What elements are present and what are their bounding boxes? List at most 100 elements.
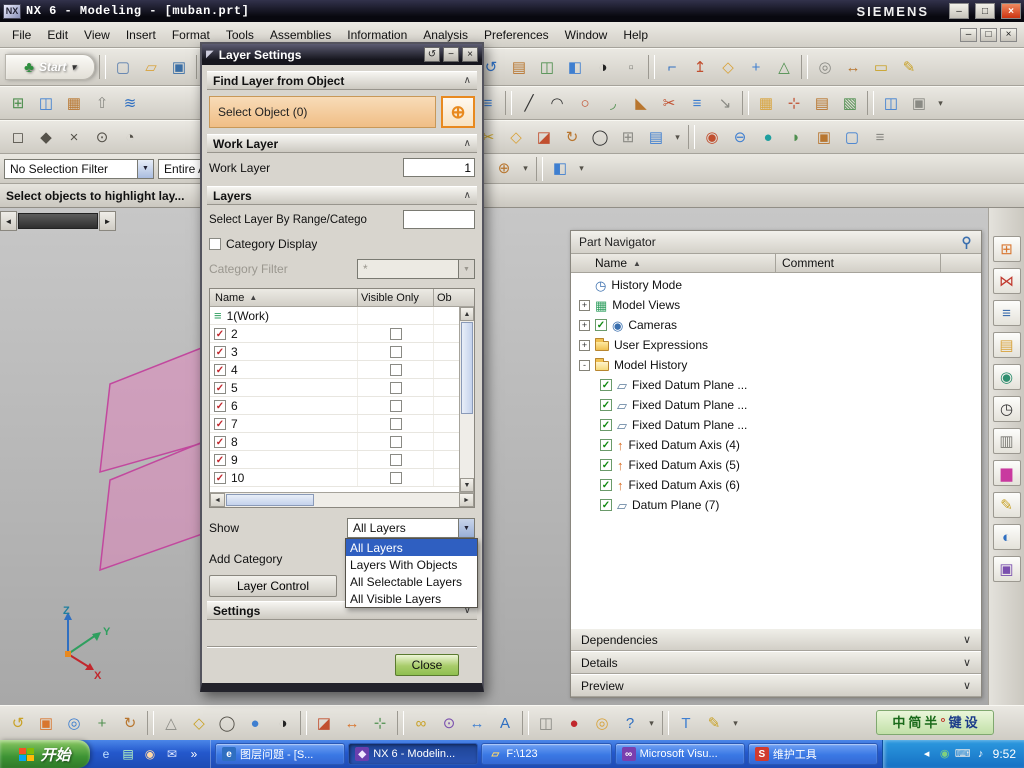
command-finder-icon[interactable]: ◎ <box>589 710 615 736</box>
layer-control-button[interactable]: Layer Control <box>209 575 337 597</box>
work-part-icon[interactable]: ◧ <box>547 156 573 182</box>
visible-only-checkbox[interactable] <box>389 327 402 340</box>
taskbar-task[interactable]: ∞ Microsoft Visu... <box>614 743 745 765</box>
macro-record-icon[interactable]: ● <box>561 710 587 736</box>
menu-help[interactable]: Help <box>615 24 656 46</box>
show-option[interactable]: All Visible Layers <box>346 590 477 607</box>
ime-item[interactable]: 简 <box>908 716 921 729</box>
move-object-icon[interactable]: ↔ <box>339 710 365 736</box>
child-minimize-button[interactable]: – <box>960 27 977 42</box>
tree-item[interactable]: ✓ ▱ Fixed Datum Plane ... <box>571 375 981 395</box>
scroll-down-icon[interactable]: ▼ <box>460 478 474 492</box>
selection-scope-combo[interactable]: Entire A <box>158 158 202 179</box>
column-comment[interactable]: Comment <box>776 254 941 272</box>
ql-media-player-icon[interactable]: ◉ <box>140 744 160 764</box>
snap-point-icon[interactable]: ⊕ <box>491 156 517 182</box>
chevron-down-icon[interactable]: ∨ <box>963 679 971 692</box>
offset-curve-icon[interactable]: ≡ <box>684 90 710 116</box>
section-find-layer-from-object[interactable]: Find Layer from Object ∧ <box>207 71 477 90</box>
menu-preferences[interactable]: Preferences <box>476 24 557 46</box>
pencil-sketcher-icon[interactable]: ✎ <box>992 492 1021 518</box>
shaded-display-icon[interactable]: ● <box>242 710 268 736</box>
layer-selectable-checkbox[interactable]: ✓ <box>214 345 226 358</box>
layer-selectable-checkbox[interactable]: ✓ <box>214 417 226 430</box>
new-file-icon[interactable]: ▢ <box>110 54 136 80</box>
arc-icon[interactable]: ◠ <box>544 90 570 116</box>
pin-icon[interactable] <box>960 235 973 249</box>
feature-check-icon[interactable]: ✓ <box>600 439 612 451</box>
close-button[interactable]: Close <box>395 654 459 676</box>
feature-list-icon[interactable]: ≡ <box>867 124 893 150</box>
scroll-right-icon[interactable]: ► <box>459 493 474 507</box>
subtract-icon[interactable]: ⊖ <box>727 124 753 150</box>
vertical-scrollbar[interactable]: ▲ ▼ <box>459 307 474 492</box>
export-part-icon[interactable]: ▫ <box>618 54 644 80</box>
web-browser-icon[interactable]: ◐ <box>992 524 1021 550</box>
panel-preview[interactable]: Preview ∨ <box>571 674 981 697</box>
dialog-reset-icon[interactable]: ↺ <box>424 47 440 62</box>
snap-view-icon[interactable]: ◇ <box>186 710 212 736</box>
dialog-minimize-icon[interactable]: − <box>443 47 459 62</box>
part-navigator-icon[interactable]: ≡ <box>992 300 1021 326</box>
mirror-body-icon[interactable]: ◫ <box>33 90 59 116</box>
window-maximize-button[interactable]: □ <box>975 3 995 19</box>
instance-geometry-icon[interactable]: ▦ <box>61 90 87 116</box>
pocket-icon[interactable]: ▣ <box>811 124 837 150</box>
menu-view[interactable]: View <box>76 24 118 46</box>
rotate-view-icon[interactable]: ↻ <box>117 710 143 736</box>
promote-body-icon[interactable]: ⇧ <box>89 90 115 116</box>
datum-plane-small-icon[interactable]: ◇ <box>503 124 529 150</box>
tray-expand-icon[interactable]: ◂ <box>919 746 935 762</box>
show-combo[interactable]: All Layers ▼ All Layers Layers With Objec… <box>345 518 478 608</box>
grid-table-icon[interactable]: ⊞ <box>615 124 641 150</box>
plane-set-icon[interactable]: ▤ <box>809 90 835 116</box>
scroll-right-icon[interactable]: ► <box>99 211 116 231</box>
window-titlebar[interactable]: NX NX 6 - Modeling - [muban.prt] SIEMENS… <box>0 0 1024 22</box>
measure-distance-icon[interactable]: ↔ <box>840 54 866 80</box>
show-option[interactable]: All Layers <box>346 539 477 556</box>
section-layers[interactable]: Layers ∧ <box>207 186 477 205</box>
view-refresh-icon[interactable]: ↺ <box>5 710 31 736</box>
start-button[interactable]: 开始 <box>0 740 90 768</box>
tree-item[interactable]: + User Expressions <box>571 335 981 355</box>
ql-internet-explorer-icon[interactable]: e <box>96 744 116 764</box>
reuse-library-icon[interactable]: ▤ <box>992 332 1021 358</box>
layer-selectable-checkbox[interactable]: ✓ <box>214 363 226 376</box>
face-analysis-icon[interactable]: ▧ <box>837 90 863 116</box>
color-palette-icon[interactable]: ▆ <box>992 460 1021 486</box>
menu-file[interactable]: File <box>4 24 39 46</box>
datum-grid-icon[interactable]: ▦ <box>753 90 779 116</box>
window-split-icon[interactable]: ◫ <box>878 90 904 116</box>
line-icon[interactable]: ╱ <box>516 90 542 116</box>
column-headers[interactable]: Name ▲ Comment <box>571 254 981 273</box>
text-tool-icon[interactable]: T <box>673 710 699 736</box>
snap-endpoint-icon[interactable]: ◻ <box>5 124 31 150</box>
scroll-thumb[interactable] <box>226 494 314 506</box>
datum-csys-icon[interactable]: ⊹ <box>781 90 807 116</box>
scroll-up-icon[interactable]: ▲ <box>460 307 474 321</box>
feature-check-icon[interactable]: ✓ <box>600 379 612 391</box>
dimension-icon[interactable]: ↔ <box>464 710 490 736</box>
visible-only-checkbox[interactable] <box>389 363 402 376</box>
perspective-view-icon[interactable]: △ <box>158 710 184 736</box>
panel-details[interactable]: Details ∨ <box>571 651 981 674</box>
snap-more-icon[interactable]: ▾ <box>519 156 532 182</box>
column-name[interactable]: Name <box>595 256 627 270</box>
sketch-icon[interactable]: ⌐ <box>659 54 685 80</box>
bottom-more2-icon[interactable]: ▾ <box>729 710 742 736</box>
chevron-down-icon[interactable]: ▼ <box>458 519 474 537</box>
extrude-icon[interactable]: ◪ <box>531 124 557 150</box>
tree-item[interactable]: ✓ ▱ Fixed Datum Plane ... <box>571 395 981 415</box>
chevron-down-icon[interactable]: ∨ <box>963 656 971 669</box>
zoom-view-icon[interactable]: ◎ <box>61 710 87 736</box>
clip-section-icon[interactable]: ◪ <box>311 710 337 736</box>
snap-center-icon[interactable]: ⊙ <box>89 124 115 150</box>
layer-row[interactable]: ✓ 4 <box>210 361 459 379</box>
visible-only-checkbox[interactable] <box>389 345 402 358</box>
ime-toolbar[interactable]: 中简半 ° 键设 <box>876 710 994 735</box>
pencil-tool-icon[interactable]: ✎ <box>701 710 727 736</box>
hd3d-tools-icon[interactable]: ◉ <box>992 364 1021 390</box>
project-curve-icon[interactable]: ↘ <box>712 90 738 116</box>
show-option[interactable]: Layers With Objects <box>346 556 477 573</box>
collapse-icon[interactable]: - <box>579 359 590 371</box>
